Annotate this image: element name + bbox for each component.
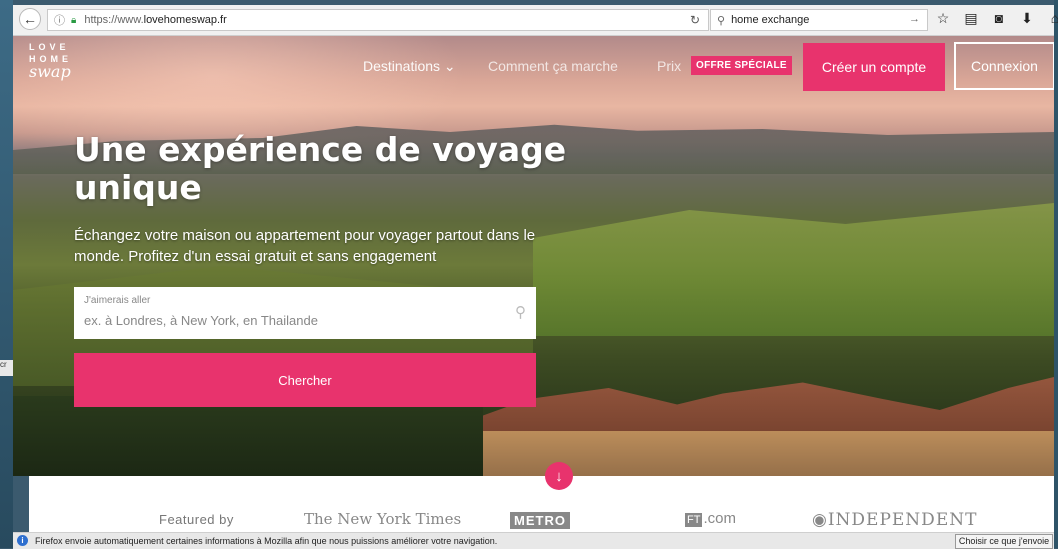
lock-icon: 🔒︎ bbox=[71, 14, 77, 26]
nav-price[interactable]: Prix bbox=[657, 58, 681, 74]
hero-headline: Une expérience de voyage unique bbox=[74, 130, 567, 207]
hero-subline: Échangez votre maison ou appartement pou… bbox=[74, 227, 536, 265]
promo-badge[interactable]: OFFRE SPÉCIALE bbox=[691, 56, 792, 75]
featured-label: Featured by bbox=[159, 512, 234, 527]
browser-search-bar[interactable]: ⚲ home exchange → bbox=[710, 9, 928, 31]
nav-destinations[interactable]: Destinations ⌄ bbox=[363, 58, 456, 75]
browser-search-query: home exchange bbox=[731, 14, 810, 26]
landscape-trees bbox=[13, 396, 483, 476]
login-button[interactable]: Connexion bbox=[954, 42, 1054, 90]
reload-icon[interactable]: ↻ bbox=[690, 13, 700, 27]
notification-bar: i Firefox envoie automatiquement certain… bbox=[13, 532, 1054, 549]
nav-how-it-works[interactable]: Comment ça marche bbox=[488, 58, 618, 74]
toolbar-icons: ☆ ▤ ◙ ⬇ ⌂ bbox=[935, 10, 1058, 27]
landscape-fields-right bbox=[533, 203, 1054, 336]
independent-logo: ◉INDEPENDENT bbox=[812, 510, 978, 530]
featured-strip: ↓ Featured by The New York Times METRO F… bbox=[29, 462, 1054, 532]
search-icon[interactable]: ⚲ bbox=[515, 303, 526, 321]
pocket-icon[interactable]: ◙ bbox=[991, 10, 1007, 27]
address-bar[interactable]: ⓘ 🔒︎ https://www.lovehomeswap.fr ↻ bbox=[47, 9, 709, 31]
metro-logo: METRO bbox=[510, 512, 570, 529]
url-text: https://www.lovehomeswap.fr bbox=[84, 14, 226, 26]
home-icon[interactable]: ⌂ bbox=[1047, 10, 1058, 27]
notification-message: Firefox envoie automatiquement certaines… bbox=[35, 536, 498, 546]
ft-logo: FT .com bbox=[685, 510, 736, 527]
arrow-down-icon[interactable]: ↓ bbox=[545, 462, 573, 490]
destination-search[interactable]: J'aimerais aller ⚲ bbox=[74, 287, 536, 339]
side-window-edge: cr bbox=[0, 360, 13, 376]
logo-line-1: LOVE bbox=[29, 42, 70, 52]
desktop-background bbox=[0, 0, 13, 548]
star-icon[interactable]: ☆ bbox=[935, 10, 951, 27]
ft-logo-box: FT bbox=[685, 513, 703, 527]
search-label: J'aimerais aller bbox=[84, 295, 151, 306]
info-icon[interactable]: ⓘ bbox=[54, 12, 65, 28]
nyt-logo: The New York Times bbox=[304, 510, 462, 528]
logo-line-3: swap bbox=[29, 62, 71, 81]
create-account-button[interactable]: Créer un compte bbox=[803, 43, 945, 91]
destination-input[interactable] bbox=[84, 313, 494, 328]
info-icon: i bbox=[17, 535, 28, 546]
hero-section: LOVE HOME swap Destinations ⌄ Comment ça… bbox=[13, 36, 1054, 476]
url-domain: lovehomeswap.fr bbox=[143, 14, 227, 26]
site-logo[interactable]: LOVE HOME swap bbox=[29, 41, 72, 81]
back-arrow-icon[interactable]: ← bbox=[19, 8, 41, 30]
desktop-background-right bbox=[1054, 0, 1058, 548]
url-prefix: https://www. bbox=[84, 14, 144, 26]
forward-arrow-icon[interactable]: → bbox=[909, 13, 920, 25]
ft-logo-suffix: .com bbox=[703, 510, 736, 527]
search-icon: ⚲ bbox=[717, 14, 726, 27]
reading-list-icon[interactable]: ▤ bbox=[963, 10, 979, 27]
choose-data-button[interactable]: Choisir ce que j'envoie bbox=[955, 534, 1053, 549]
download-icon[interactable]: ⬇ bbox=[1019, 10, 1035, 27]
browser-toolbar: ← ⓘ 🔒︎ https://www.lovehomeswap.fr ↻ ⚲ h… bbox=[13, 5, 1058, 36]
search-button[interactable]: Chercher bbox=[74, 353, 536, 407]
